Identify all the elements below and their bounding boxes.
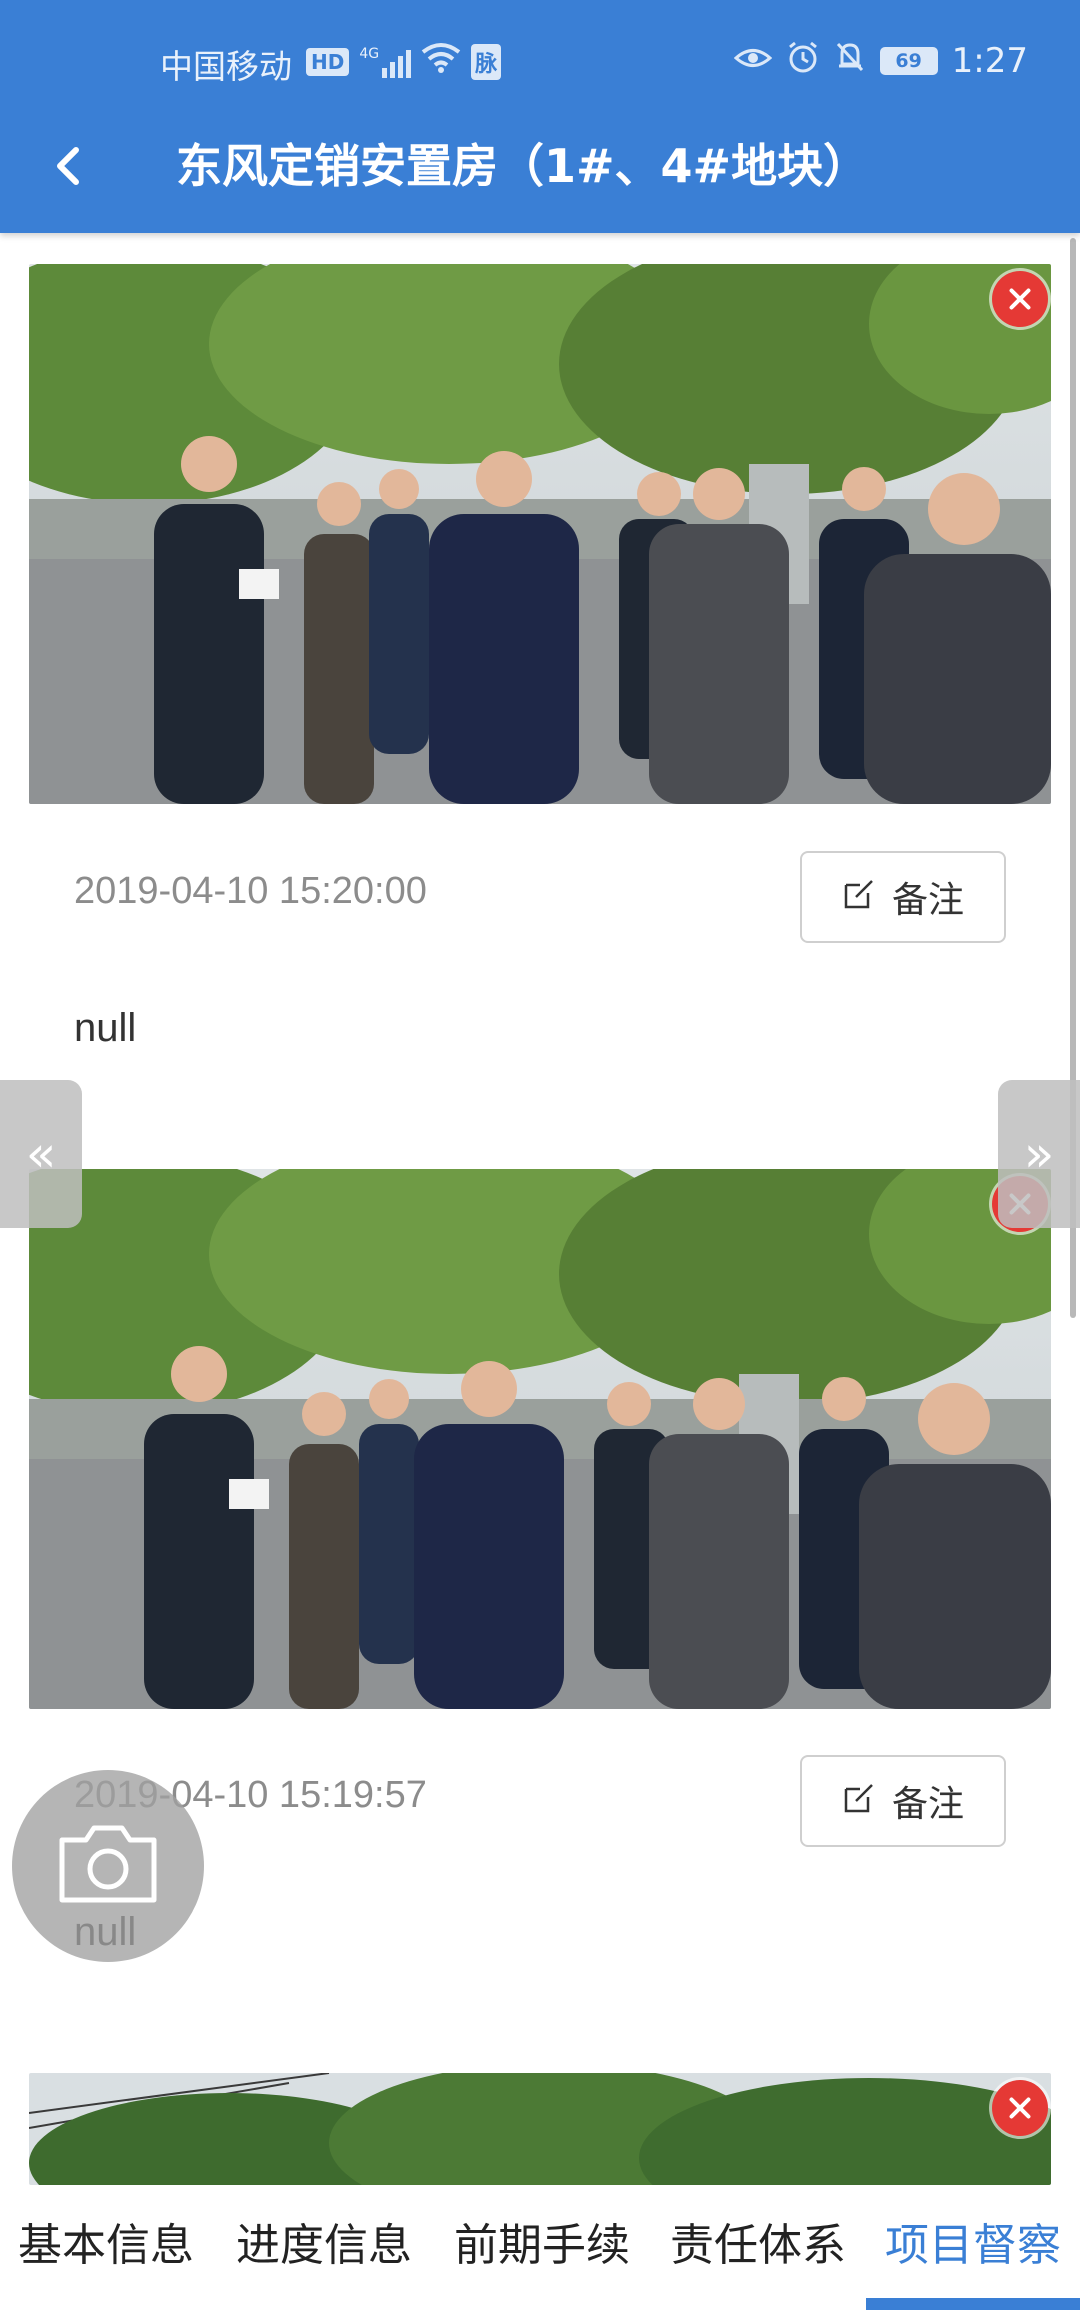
camera-button[interactable]	[12, 1770, 204, 1962]
status-left-icons: HD 4G 脉	[306, 42, 502, 82]
signal-icon: 4G	[359, 46, 412, 78]
edit-icon	[842, 1779, 878, 1824]
page-title: 东风定销安置房（1#、4#地块）	[176, 139, 870, 193]
camera-icon	[56, 1822, 160, 1910]
carrier-name: 中国移动	[160, 47, 292, 86]
entry-timestamp: 2019-04-10 15:20:00	[74, 870, 427, 912]
note-button[interactable]: 备注	[800, 851, 1006, 943]
entry-note: null	[74, 1006, 137, 1050]
note-button-label: 备注	[891, 880, 964, 921]
title-row: 东风定销安置房（1#、4#地块）	[0, 130, 1080, 200]
next-button[interactable]: »	[998, 1080, 1080, 1228]
inspection-photo[interactable]	[29, 2073, 1051, 2185]
tab-project-inspection[interactable]: 项目督察	[885, 2209, 1061, 2273]
inspection-photo[interactable]	[29, 264, 1051, 804]
delete-photo-button[interactable]	[992, 2080, 1048, 2136]
clock-time: 1:27	[951, 41, 1028, 81]
active-tab-indicator	[866, 2298, 1080, 2310]
tab-responsibility-system[interactable]: 责任体系	[670, 2209, 846, 2273]
app-root: 中国移动 HD 4G 脉 69 1:27 东风定销安置房（1#、4#地块） 20…	[0, 0, 1080, 2310]
mute-bell-icon	[834, 40, 866, 82]
network-type: 4G	[359, 46, 380, 62]
back-arrow-icon[interactable]	[42, 136, 102, 196]
status-bar: 中国移动 HD 4G 脉 69 1:27	[0, 38, 1080, 88]
mai-app-icon: 脉	[471, 44, 502, 80]
eye-icon	[733, 42, 772, 81]
alarm-icon	[786, 40, 820, 82]
tab-basic-info[interactable]: 基本信息	[18, 2209, 194, 2273]
prev-button[interactable]: «	[0, 1080, 82, 1228]
hd-icon: HD	[306, 48, 350, 76]
edit-icon	[842, 875, 878, 920]
inspection-photo[interactable]	[29, 1169, 1051, 1709]
status-right-icons: 69 1:27	[733, 40, 1028, 82]
note-button[interactable]: 备注	[800, 1755, 1006, 1847]
header-bar: 中国移动 HD 4G 脉 69 1:27 东风定销安置房（1#、4#地块）	[0, 0, 1080, 233]
tab-preliminary-procedures[interactable]: 前期手续	[454, 2209, 630, 2273]
bottom-tab-bar: 基本信息 进度信息 前期手续 责任体系 项目督察	[0, 2185, 1080, 2310]
delete-photo-button[interactable]	[992, 271, 1048, 327]
note-button-label: 备注	[891, 1784, 964, 1825]
tab-progress-info[interactable]: 进度信息	[236, 2209, 412, 2273]
battery-icon: 69	[879, 47, 938, 75]
wifi-icon	[421, 42, 461, 82]
